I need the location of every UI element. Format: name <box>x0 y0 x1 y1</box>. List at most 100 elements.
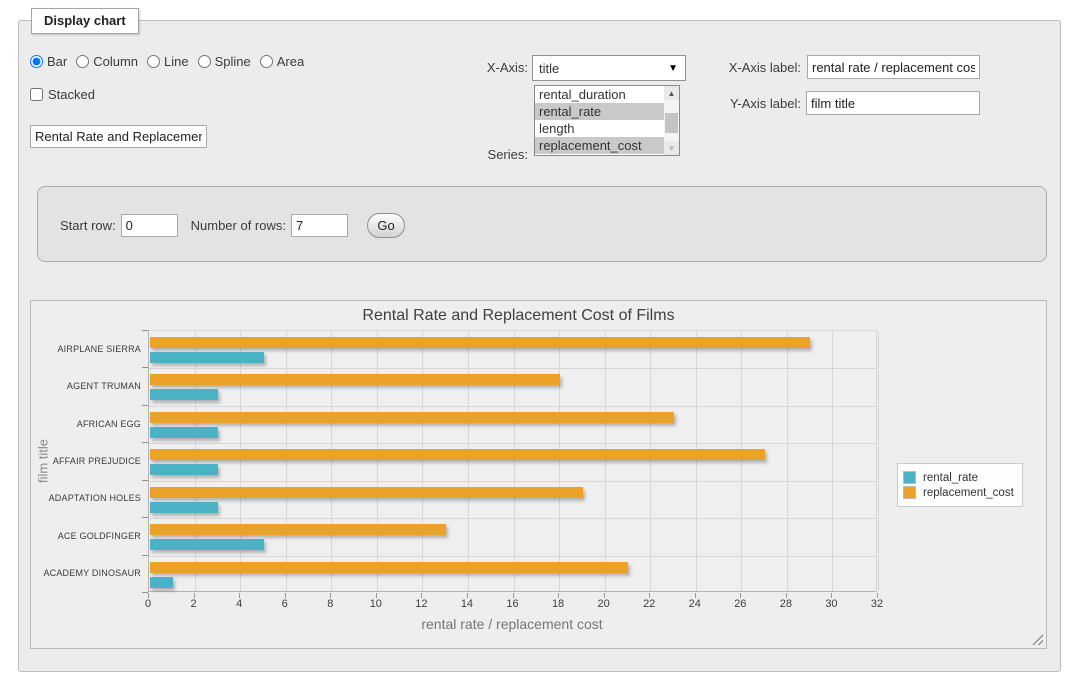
chart-title-input[interactable] <box>30 125 207 148</box>
bar-replacement_cost-1 <box>150 374 560 385</box>
gridline-vertical <box>468 331 469 591</box>
legend-swatch-icon <box>903 486 916 499</box>
gridline-vertical <box>696 331 697 591</box>
x-axis-tick-label: 30 <box>811 598 851 610</box>
y-category-label: AFFAIR PREJUDICE <box>31 456 141 466</box>
x-axis-tick-label: 4 <box>219 598 259 610</box>
stacked-checkbox-row: Stacked <box>30 87 95 102</box>
x-axis-tick-label: 2 <box>174 598 214 610</box>
series-list-scrollbar[interactable]: ▲ ▼ <box>664 86 679 155</box>
y-category-label: AGENT TRUMAN <box>31 381 141 391</box>
y-axis-label-input[interactable] <box>806 91 980 115</box>
chart-type-option-spline: Spline <box>198 54 251 69</box>
scrollbar-up-icon[interactable]: ▲ <box>664 86 679 100</box>
gridline-vertical <box>559 331 560 591</box>
bar-rental_rate-0 <box>150 352 264 363</box>
gridline-horizontal <box>149 481 876 482</box>
x-axis-tick-label: 8 <box>310 598 350 610</box>
bar-rental_rate-6 <box>150 577 173 588</box>
series-option-replacement_cost[interactable]: replacement_cost <box>535 137 666 154</box>
scrollbar-down-icon[interactable]: ▼ <box>664 141 679 155</box>
series-option-rental_rate[interactable]: rental_rate <box>535 103 666 120</box>
chart-type-option-line: Line <box>147 54 189 69</box>
start-row-label: Start row: <box>60 218 116 233</box>
chart-type-option-area: Area <box>260 54 304 69</box>
legend-entry-replacement_cost: replacement_cost <box>903 486 1014 499</box>
gridline-horizontal <box>149 443 876 444</box>
gridline-vertical <box>787 331 788 591</box>
start-row-input[interactable] <box>121 214 178 237</box>
y-category-label: ACE GOLDFINGER <box>31 531 141 541</box>
chart-type-radio-spline[interactable] <box>198 55 211 68</box>
x-axis-select-value: title <box>539 61 559 76</box>
gridline-horizontal <box>149 518 876 519</box>
x-axis-select[interactable]: title ▼ <box>532 55 686 81</box>
y-axis-tick-mark <box>142 517 148 518</box>
row-range-panel: Start row: Number of rows: Go <box>37 186 1047 262</box>
bar-rental_rate-3 <box>150 464 218 475</box>
bar-replacement_cost-5 <box>150 524 446 535</box>
legend-label: rental_rate <box>923 472 978 484</box>
gridline-vertical <box>741 331 742 591</box>
series-option-length[interactable]: length <box>535 120 666 137</box>
y-axis-tick-mark <box>142 480 148 481</box>
legend-entry-rental_rate: rental_rate <box>903 471 1014 484</box>
chart-legend: rental_rate replacement_cost <box>897 463 1023 507</box>
chart-panel: Rental Rate and Replacement Cost of Film… <box>30 300 1047 649</box>
x-axis-tick-label: 24 <box>675 598 715 610</box>
chart-type-label-column: Column <box>93 54 138 69</box>
y-axis-tick-mark <box>142 442 148 443</box>
bar-replacement_cost-4 <box>150 487 583 498</box>
gridline-horizontal <box>149 406 876 407</box>
chart-type-radio-column[interactable] <box>76 55 89 68</box>
chart-type-radio-bar[interactable] <box>30 55 43 68</box>
x-axis-tick-label: 28 <box>766 598 806 610</box>
x-axis-tick-label: 0 <box>128 598 168 610</box>
y-axis-tick-mark <box>142 555 148 556</box>
display-chart-panel: Display chart BarColumnLineSplineArea St… <box>18 20 1061 672</box>
legend-label: replacement_cost <box>923 487 1014 499</box>
x-axis-tick-label: 18 <box>538 598 578 610</box>
select-dropdown-arrow-icon: ▼ <box>668 63 678 74</box>
stacked-checkbox[interactable] <box>30 88 43 101</box>
bar-rental_rate-4 <box>150 502 218 513</box>
chart-type-radio-group: Bar Column Line Spline Area <box>30 54 313 69</box>
chart-type-radio-line[interactable] <box>147 55 160 68</box>
chart-type-label-bar: Bar <box>47 54 67 69</box>
chart-type-option-column: Column <box>76 54 138 69</box>
chart-type-label-line: Line <box>164 54 189 69</box>
y-axis-tick-mark <box>142 367 148 368</box>
x-axis-label-input[interactable] <box>807 55 980 79</box>
gridline-horizontal <box>149 556 876 557</box>
bar-replacement_cost-2 <box>150 412 674 423</box>
x-axis-tick-label: 10 <box>356 598 396 610</box>
x-axis-tick-label: 22 <box>629 598 669 610</box>
x-axis-tick-label: 32 <box>857 598 897 610</box>
x-axis-label-field-label: X-Axis label: <box>709 60 801 75</box>
x-axis-tick-label: 26 <box>720 598 760 610</box>
chart-type-radio-area[interactable] <box>260 55 273 68</box>
bar-replacement_cost-6 <box>150 562 628 573</box>
y-category-label: AFRICAN EGG <box>31 419 141 429</box>
bar-rental_rate-5 <box>150 539 264 550</box>
x-axis-tick-label: 12 <box>401 598 441 610</box>
go-button[interactable]: Go <box>367 213 405 238</box>
gridline-vertical <box>650 331 651 591</box>
stacked-label: Stacked <box>48 87 95 102</box>
chart-x-axis-title: rental rate / replacement cost <box>322 616 702 632</box>
series-listbox[interactable]: rental_durationrental_ratelengthreplacem… <box>534 85 680 156</box>
num-rows-input[interactable] <box>291 214 348 237</box>
scrollbar-thumb[interactable] <box>665 113 678 133</box>
x-axis-tick-label: 6 <box>265 598 305 610</box>
gridline-vertical <box>331 331 332 591</box>
chart-type-label-area: Area <box>277 54 304 69</box>
bar-replacement_cost-3 <box>150 449 765 460</box>
x-axis-select-label: X-Axis: <box>459 60 528 75</box>
chart-resize-handle-icon[interactable] <box>1032 634 1043 645</box>
gridline-vertical <box>377 331 378 591</box>
series-option-rental_duration[interactable]: rental_duration <box>535 86 666 103</box>
chart-plot-area <box>148 330 877 592</box>
y-axis-label-field-label: Y-Axis label: <box>709 96 801 111</box>
chart-type-label-spline: Spline <box>215 54 251 69</box>
y-category-label: ADAPTATION HOLES <box>31 493 141 503</box>
